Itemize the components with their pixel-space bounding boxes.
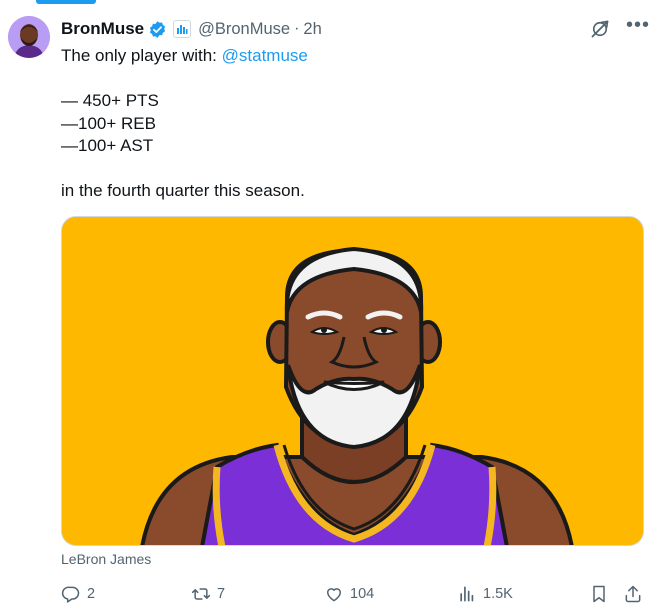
reply-count: 2 [87, 586, 96, 602]
post-header: BronMuse @BronMuse · 2h ••• [61, 15, 650, 40]
like-count: 104 [350, 586, 375, 602]
grok-icon[interactable] [590, 19, 610, 39]
avatar[interactable] [8, 16, 50, 58]
media-caption: LeBron James [61, 551, 152, 567]
stat-line-pts: — 450+ PTS [61, 91, 159, 110]
author-name[interactable]: BronMuse [61, 19, 144, 39]
affiliate-badge-icon[interactable] [173, 20, 192, 38]
repost-button[interactable]: 7 [191, 582, 225, 606]
media-image[interactable] [61, 216, 644, 546]
action-bar: 2 7 104 1.5K [61, 582, 646, 606]
views-button[interactable]: 1.5K [457, 582, 513, 606]
share-button[interactable] [623, 582, 643, 606]
bookmark-button[interactable] [589, 582, 609, 606]
like-button[interactable]: 104 [324, 582, 374, 606]
post-time[interactable]: 2h [303, 20, 321, 39]
more-icon[interactable]: ••• [626, 15, 650, 38]
post-text: The only player with: @statmuse — 450+ P… [61, 45, 631, 203]
top-accent-bar [36, 0, 96, 4]
verified-badge-icon[interactable] [148, 20, 167, 39]
separator-dot: · [294, 20, 300, 37]
stat-line-reb: —100+ REB [61, 113, 156, 133]
mention-link[interactable]: @statmuse [222, 46, 308, 65]
reply-button[interactable]: 2 [61, 582, 95, 606]
closing-line: in the fourth quarter this season. [61, 181, 305, 200]
like-icon [327, 588, 341, 602]
intro-line: The only player with: @statmuse [61, 45, 631, 68]
header-controls: ••• [590, 15, 650, 39]
intro-text: The only player with: [61, 46, 222, 65]
bookmark-icon [593, 585, 605, 603]
author-handle[interactable]: @BronMuse [198, 20, 290, 39]
views-count: 1.5K [483, 586, 513, 602]
repost-icon [191, 588, 211, 600]
player-illustration [62, 217, 643, 545]
share-icon [625, 585, 641, 603]
avatar-image [8, 16, 50, 58]
stat-line-ast: —100+ AST [61, 136, 154, 155]
repost-count: 7 [217, 586, 226, 602]
reply-icon [61, 586, 80, 603]
views-icon [460, 586, 474, 602]
